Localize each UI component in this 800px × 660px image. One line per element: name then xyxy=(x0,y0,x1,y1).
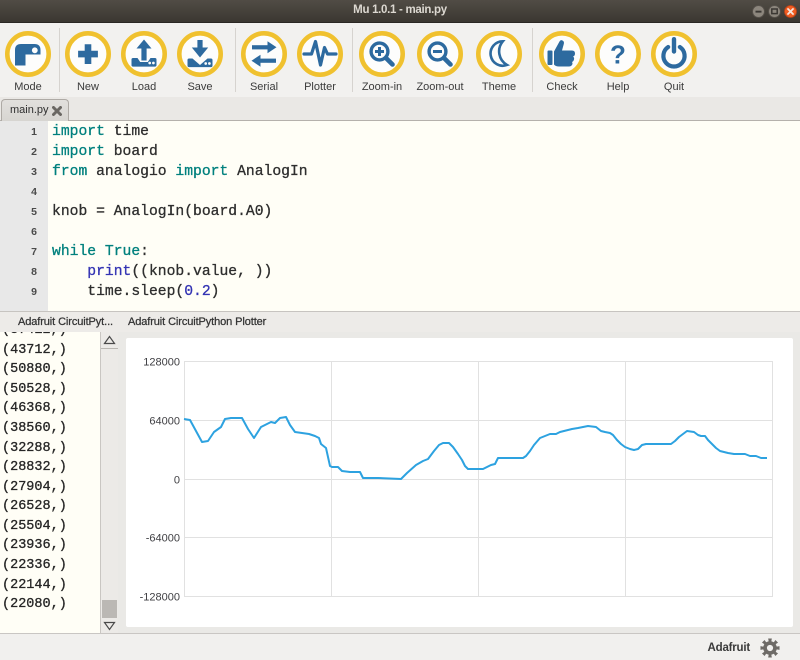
svg-text:-128000: -128000 xyxy=(140,592,180,604)
svg-text:0: 0 xyxy=(174,475,180,487)
svg-text:64000: 64000 xyxy=(149,416,180,428)
svg-text:-64000: -64000 xyxy=(146,533,180,545)
svg-text:128000: 128000 xyxy=(143,357,180,369)
svg-text:?: ? xyxy=(610,40,626,70)
